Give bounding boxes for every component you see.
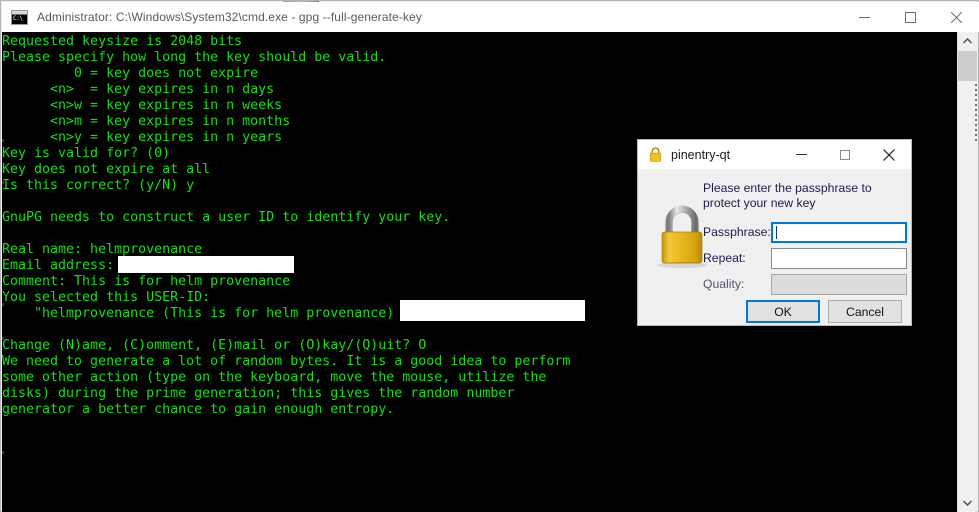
quality-meter [771, 273, 907, 295]
repeat-row: Repeat: [703, 247, 907, 269]
vertical-scrollbar[interactable] [957, 32, 977, 512]
scroll-thumb[interactable] [958, 51, 977, 81]
pinentry-dialog: pinentry-qt Please enter the passphrase … [637, 139, 912, 326]
passphrase-label: Passphrase: [703, 225, 771, 239]
pinentry-minimize-button[interactable] [779, 140, 823, 169]
console-window-title: Administrator: C:\Windows\System32\cmd.e… [37, 10, 422, 24]
edge-artifact [2, 139, 4, 142]
pinentry-prompt-text: Please enter the passphrase to protect y… [703, 181, 872, 210]
pinentry-title-bar[interactable]: pinentry-qt [638, 140, 911, 169]
pinentry-caption-buttons [779, 140, 911, 169]
edge-artifact [2, 337, 4, 340]
console-caption-buttons [841, 2, 979, 32]
cancel-button[interactable]: Cancel [828, 300, 902, 323]
icon-prompt-text: C:\ [13, 14, 23, 22]
scroll-up-arrow[interactable] [958, 32, 977, 50]
passphrase-row: Passphrase: [703, 221, 907, 243]
edge-artifact [2, 303, 4, 306]
padlock-icon [649, 147, 662, 162]
email-address-redaction [118, 256, 294, 273]
edge-artifact [2, 181, 4, 184]
ok-button[interactable]: OK [746, 300, 820, 323]
minimize-button[interactable] [841, 2, 887, 32]
pinentry-body: Please enter the passphrase to protect y… [638, 169, 911, 325]
close-button[interactable] [933, 2, 979, 32]
console-title-bar[interactable]: C:\ Administrator: C:\Windows\System32\c… [2, 2, 979, 32]
edge-artifact [2, 451, 4, 454]
quality-row: Quality: [703, 273, 907, 295]
quality-label: Quality: [703, 277, 745, 291]
repeat-label: Repeat: [703, 251, 746, 265]
pinentry-maximize-button[interactable] [823, 140, 867, 169]
terminal-text: Requested keysize is 2048 bits Please sp… [2, 34, 571, 417]
cmd-console-icon: C:\ [11, 9, 28, 25]
pinentry-close-button[interactable] [867, 140, 911, 169]
pinentry-title: pinentry-qt [671, 147, 731, 162]
padlock-illustration-icon [657, 205, 707, 268]
user-id-email-redaction [400, 300, 585, 321]
maximize-button[interactable] [887, 2, 933, 32]
scroll-down-arrow[interactable] [958, 494, 977, 512]
text-caret [776, 225, 777, 239]
repeat-input[interactable] [771, 247, 907, 269]
passphrase-input[interactable] [771, 221, 907, 243]
scrollbar-track-marks [975, 84, 977, 144]
